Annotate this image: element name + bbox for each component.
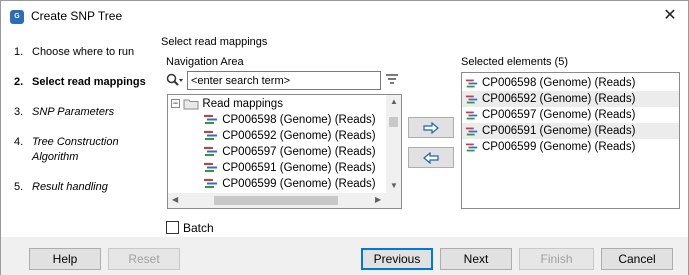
filter-icon[interactable] bbox=[385, 73, 399, 87]
read-mapping-icon bbox=[465, 95, 478, 104]
search-icon[interactable] bbox=[166, 73, 184, 87]
reset-button[interactable]: Reset bbox=[108, 248, 180, 270]
title-bar: G Create SNP Tree ✕ bbox=[1, 1, 688, 32]
tree-item[interactable]: CP006597 (Genome) (Reads) bbox=[203, 144, 376, 160]
vertical-scrollbar[interactable]: ▲ ▼ bbox=[386, 95, 401, 193]
read-mapping-icon bbox=[465, 127, 478, 136]
scroll-right-icon[interactable]: ▶ bbox=[375, 196, 381, 204]
batch-label[interactable]: Batch bbox=[183, 221, 214, 235]
tree-item[interactable]: CP006591 (Genome) (Reads) bbox=[203, 160, 376, 176]
add-to-selected-button[interactable] bbox=[408, 117, 454, 138]
scrollbar-thumb[interactable] bbox=[214, 196, 338, 205]
read-mapping-icon bbox=[204, 147, 217, 157]
read-mapping-icon bbox=[204, 163, 217, 173]
tree-item[interactable]: CP006599 (Genome) (Reads) bbox=[203, 176, 376, 192]
read-mapping-icon bbox=[204, 179, 217, 189]
navigation-area-label: Navigation Area bbox=[166, 56, 244, 68]
read-mapping-icon bbox=[465, 79, 478, 88]
tree-item[interactable]: CP006598 (Genome) (Reads) bbox=[203, 112, 376, 128]
arrow-left-icon bbox=[423, 152, 439, 164]
list-item[interactable]: CP006598 (Genome) (Reads) bbox=[462, 75, 679, 91]
read-mapping-icon bbox=[204, 115, 217, 125]
tree-folder-read-mappings[interactable]: − Read mappings bbox=[171, 96, 283, 112]
read-mapping-icon bbox=[465, 143, 478, 152]
app-icon: G bbox=[10, 10, 24, 24]
navigation-tree[interactable]: − Read mappings CP006598 (Genome) (Reads… bbox=[167, 94, 402, 209]
list-item[interactable]: CP006591 (Genome) (Reads) bbox=[462, 123, 679, 139]
list-item[interactable]: CP006597 (Genome) (Reads) bbox=[462, 107, 679, 123]
next-button[interactable]: Next bbox=[440, 248, 512, 270]
collapse-icon[interactable]: − bbox=[171, 99, 180, 109]
remove-from-selected-button[interactable] bbox=[408, 147, 454, 168]
list-item[interactable]: CP006599 (Genome) (Reads) bbox=[462, 139, 679, 155]
scroll-down-icon[interactable]: ▼ bbox=[390, 182, 398, 190]
arrow-right-icon bbox=[423, 122, 439, 134]
section-title: Select read mappings bbox=[161, 36, 268, 48]
dialog-window: G Create SNP Tree ✕ 1. Choose where to r… bbox=[0, 0, 689, 275]
close-icon[interactable]: ✕ bbox=[657, 5, 683, 27]
folder-icon bbox=[183, 99, 199, 110]
batch-checkbox[interactable] bbox=[166, 221, 179, 234]
horizontal-scrollbar[interactable]: ◀ ▶ bbox=[168, 193, 401, 208]
scrollbar-thumb[interactable] bbox=[389, 117, 398, 127]
scroll-up-icon[interactable]: ▲ bbox=[390, 98, 398, 106]
read-mapping-icon bbox=[465, 111, 478, 120]
scroll-left-icon[interactable]: ◀ bbox=[172, 196, 178, 204]
help-button[interactable]: Help bbox=[29, 248, 101, 270]
finish-button[interactable]: Finish bbox=[519, 248, 594, 270]
tree-item[interactable]: CP006592 (Genome) (Reads) bbox=[203, 128, 376, 144]
selected-elements-label: Selected elements (5) bbox=[461, 56, 568, 68]
window-title: Create SNP Tree bbox=[31, 9, 123, 23]
read-mapping-icon bbox=[204, 131, 217, 141]
search-input[interactable] bbox=[187, 71, 381, 90]
selected-elements-list[interactable]: CP006598 (Genome) (Reads) CP006592 (Geno… bbox=[461, 72, 680, 209]
previous-button[interactable]: Previous bbox=[361, 248, 433, 270]
wizard-steps: 1. Choose where to run 2. Select read ma… bbox=[1, 32, 154, 237]
cancel-button[interactable]: Cancel bbox=[601, 248, 673, 270]
list-item[interactable]: CP006592 (Genome) (Reads) bbox=[462, 91, 679, 107]
